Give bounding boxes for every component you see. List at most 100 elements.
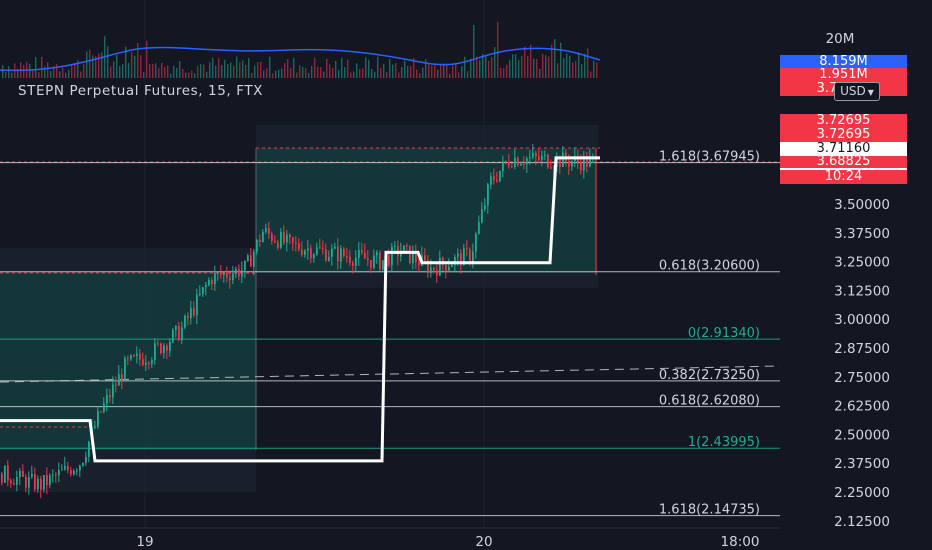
candle-body bbox=[370, 260, 372, 268]
volume-bar bbox=[314, 57, 316, 78]
volume-bar bbox=[218, 58, 220, 78]
volume-bar bbox=[395, 63, 397, 78]
volume-bar bbox=[455, 62, 457, 78]
volume-bar bbox=[170, 73, 172, 78]
candle-body bbox=[412, 252, 414, 263]
volume-bar bbox=[185, 72, 187, 78]
candle-body bbox=[124, 358, 126, 381]
candle-body bbox=[430, 267, 432, 274]
fib-label: 0(2.91340) bbox=[688, 326, 760, 341]
candle-body bbox=[85, 456, 87, 463]
volume-bar bbox=[92, 55, 94, 78]
candle-body bbox=[145, 362, 147, 365]
candle-body bbox=[82, 462, 84, 466]
candle-body bbox=[481, 209, 483, 223]
time-axis[interactable]: 19 20 18:00 bbox=[0, 527, 780, 550]
candle-body bbox=[409, 245, 411, 263]
candle-body bbox=[517, 157, 519, 166]
candle-body bbox=[349, 257, 351, 263]
price-tag: 3.68825 bbox=[780, 155, 907, 168]
volume-bar bbox=[176, 67, 178, 78]
volume-bar bbox=[179, 61, 181, 78]
y-axis-label: 2.87500 bbox=[834, 341, 890, 357]
volume-bar bbox=[557, 63, 559, 78]
candle-body bbox=[502, 161, 504, 171]
candle-body bbox=[337, 246, 339, 262]
candle-body bbox=[190, 308, 192, 319]
volume-bar bbox=[71, 65, 73, 78]
volume-bar bbox=[398, 72, 400, 78]
candle-body bbox=[214, 272, 216, 285]
y-axis-label: 2.37500 bbox=[834, 456, 890, 472]
candle-body bbox=[286, 234, 288, 243]
price-tag: 10:24 bbox=[780, 170, 907, 184]
candle-body bbox=[325, 249, 327, 261]
volume-bar bbox=[560, 42, 562, 78]
volume-bar bbox=[224, 59, 226, 78]
volume-bar bbox=[296, 72, 298, 78]
candle-body bbox=[187, 315, 189, 319]
candle-body bbox=[175, 325, 177, 330]
volume-bar bbox=[128, 62, 130, 78]
volume-axis-label: 20M bbox=[826, 31, 855, 47]
candle-body bbox=[211, 279, 213, 285]
candle-body bbox=[472, 251, 474, 262]
price-axis[interactable]: 3.50000 3.37500 3.25000 3.12500 3.00000 2.875… bbox=[826, 31, 890, 530]
volume-bar bbox=[431, 65, 433, 78]
candle-body bbox=[22, 470, 24, 477]
candle-body bbox=[142, 359, 144, 365]
candle-body bbox=[262, 231, 264, 243]
volume-bar bbox=[146, 40, 148, 78]
candle-body bbox=[544, 154, 546, 156]
volume-bar bbox=[191, 70, 193, 78]
volume-bar bbox=[539, 68, 541, 78]
volume-bar bbox=[284, 63, 286, 78]
price-tag: 1.951M bbox=[780, 68, 907, 82]
candle-body bbox=[331, 248, 333, 257]
volume-bar bbox=[437, 69, 439, 78]
candle-body bbox=[241, 270, 243, 277]
volume-bar bbox=[293, 57, 295, 78]
candle-body bbox=[79, 465, 81, 471]
fib-label: 1.618(3.67945) bbox=[659, 150, 760, 165]
volume-bar bbox=[68, 69, 70, 78]
candle-body bbox=[535, 152, 537, 157]
candle-body bbox=[541, 155, 543, 160]
candle-body bbox=[205, 285, 207, 288]
candle-body bbox=[391, 246, 393, 266]
volume-bar bbox=[89, 49, 91, 78]
volume-bar bbox=[203, 64, 205, 78]
candle-body bbox=[259, 239, 261, 243]
volume-bar bbox=[212, 57, 214, 78]
candle-body bbox=[334, 246, 336, 249]
volume-bar bbox=[374, 71, 376, 78]
candle-body bbox=[193, 308, 195, 316]
candle-body bbox=[163, 345, 165, 354]
candle-body bbox=[136, 353, 138, 357]
candle-body bbox=[490, 176, 492, 185]
candle-body bbox=[358, 249, 360, 258]
volume-bar bbox=[470, 58, 472, 78]
volume-bar bbox=[47, 61, 49, 78]
volume-bar bbox=[200, 64, 202, 78]
volume-bar bbox=[167, 65, 169, 78]
volume-bar bbox=[359, 69, 361, 78]
currency-button[interactable]: USD ▼ bbox=[834, 82, 880, 101]
candle-body bbox=[106, 394, 108, 404]
volume-bar bbox=[461, 66, 463, 78]
volume-bar bbox=[425, 59, 427, 78]
candle-body bbox=[61, 469, 63, 471]
candle-body bbox=[307, 248, 309, 251]
volume-bar bbox=[368, 59, 370, 78]
chevron-down-icon: ▼ bbox=[867, 88, 874, 97]
candle-body bbox=[499, 170, 501, 181]
candle-body bbox=[346, 255, 348, 258]
volume-bar bbox=[500, 67, 502, 78]
volume-bar bbox=[371, 69, 373, 78]
volume-bar bbox=[452, 65, 454, 78]
candle-body bbox=[493, 176, 495, 180]
candle-body bbox=[295, 242, 297, 244]
volume-bar bbox=[524, 46, 526, 78]
candle-body bbox=[244, 260, 246, 271]
candle-body bbox=[16, 477, 18, 485]
